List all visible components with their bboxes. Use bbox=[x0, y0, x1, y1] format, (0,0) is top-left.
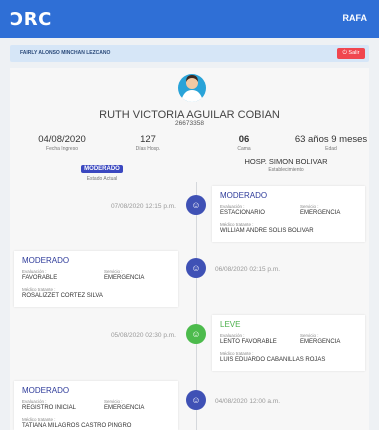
timeline-entry-card[interactable]: MODERADO Evaluación : ESTACIONARIO Servi… bbox=[212, 186, 365, 242]
top-navbar: ƆRC RAFA bbox=[0, 0, 379, 38]
entry-status-title: MODERADO bbox=[22, 386, 70, 395]
evaluation-label: Evaluación : bbox=[22, 269, 47, 274]
evaluation-label: Evaluación : bbox=[22, 399, 47, 404]
service-label: Servicio : bbox=[300, 333, 319, 338]
bed-value: 06 bbox=[238, 134, 250, 145]
timeline-node-icon: ☺ bbox=[186, 390, 206, 410]
doctor-value: TATIANA MILAGROS CASTRO PINGRO bbox=[22, 423, 132, 429]
service-label: Servicio : bbox=[104, 399, 123, 404]
age-label: Edad bbox=[325, 146, 337, 152]
timeline-date: 04/08/2020 12:00 a.m. bbox=[215, 398, 281, 405]
timeline-date: 06/08/2020 02:15 p.m. bbox=[215, 266, 281, 273]
patient-id: 26673358 bbox=[175, 120, 204, 127]
user-menu[interactable]: RAFA bbox=[343, 13, 368, 23]
timeline-date: 05/08/2020 02:30 p.m. bbox=[110, 332, 176, 339]
service-label: Servicio : bbox=[104, 269, 123, 274]
logged-user-name: FAIRLY ALONSO MINCHAN LEZCANO bbox=[20, 50, 111, 56]
doctor-value: LUIS EDUARDO CABANILLAS ROJAS bbox=[220, 357, 326, 363]
evaluation-value: LENTO FAVORABLE bbox=[220, 339, 277, 345]
timeline-node-icon: ☺ bbox=[186, 324, 206, 344]
stat-age: 63 años 9 meses Edad bbox=[286, 134, 376, 152]
stat-admission-date: 04/08/2020 Fecha Ingreso bbox=[22, 134, 102, 152]
facility-value: HOSP. SIMON BOLIVAR bbox=[244, 157, 328, 166]
timeline-node-icon: ☺ bbox=[186, 195, 206, 215]
doctor-label: Médico tratante : bbox=[220, 351, 254, 356]
user-info-bar: FAIRLY ALONSO MINCHAN LEZCANO ⏻ Salir bbox=[10, 45, 369, 62]
days-value: 127 bbox=[140, 134, 156, 145]
evaluation-value: REGISTRO INICIAL bbox=[22, 405, 77, 411]
days-label: Días Hosp. bbox=[135, 146, 161, 152]
timeline-entry-card[interactable]: MODERADO Evaluación : REGISTRO INICIAL S… bbox=[14, 381, 178, 430]
doctor-label: Médico tratante : bbox=[220, 222, 254, 227]
doctor-label: Médico tratante : bbox=[22, 287, 56, 292]
app-logo[interactable]: ƆRC bbox=[10, 9, 52, 30]
timeline-date: 07/08/2020 12:15 p.m. bbox=[110, 203, 176, 210]
bed-label: Cama bbox=[237, 146, 251, 152]
admission-date-value: 04/08/2020 bbox=[38, 134, 86, 145]
doctor-value: ROSALIZZET CORTEZ SILVA bbox=[22, 293, 103, 299]
facility-label: Establecimiento bbox=[268, 167, 304, 173]
service-value: EMERGENCIA bbox=[300, 210, 341, 216]
service-value: EMERGENCIA bbox=[104, 275, 145, 281]
evaluation-label: Evaluación : bbox=[220, 333, 245, 338]
status-label: Estado Actual bbox=[86, 176, 118, 182]
service-value: EMERGENCIA bbox=[104, 405, 145, 411]
admission-date-label: Fecha Ingreso bbox=[46, 146, 78, 152]
stat-bed: 06 Cama bbox=[214, 134, 274, 152]
entry-status-title: MODERADO bbox=[220, 191, 268, 200]
stat-facility: HOSP. SIMON BOLIVAR Establecimiento bbox=[216, 157, 356, 173]
timeline-node-icon: ☺ bbox=[186, 258, 206, 278]
evaluation-value: ESTACIONARIO bbox=[220, 210, 265, 216]
stat-days: 127 Días Hosp. bbox=[118, 134, 178, 152]
entry-status-title: LEVE bbox=[220, 320, 241, 329]
evaluation-label: Evaluación : bbox=[220, 204, 245, 209]
patient-avatar-icon bbox=[178, 74, 206, 102]
status-badge: MODERADO bbox=[81, 165, 123, 173]
doctor-value: WILLIAM ANDRE SOLIS BOLIVAR bbox=[220, 228, 314, 234]
service-value: EMERGENCIA bbox=[300, 339, 341, 345]
timeline-entry-card[interactable]: LEVE Evaluación : LENTO FAVORABLE Servic… bbox=[212, 315, 365, 371]
stat-status: MODERADO Estado Actual bbox=[62, 157, 142, 182]
doctor-label: Médico tratante : bbox=[22, 417, 56, 422]
logout-button[interactable]: ⏻ Salir bbox=[337, 48, 365, 59]
timeline-entry-card[interactable]: MODERADO Evaluación : FAVORABLE Servicio… bbox=[14, 251, 178, 307]
entry-status-title: MODERADO bbox=[22, 256, 70, 265]
service-label: Servicio : bbox=[300, 204, 319, 209]
age-value: 63 años 9 meses bbox=[294, 134, 368, 145]
evaluation-value: FAVORABLE bbox=[22, 275, 58, 281]
